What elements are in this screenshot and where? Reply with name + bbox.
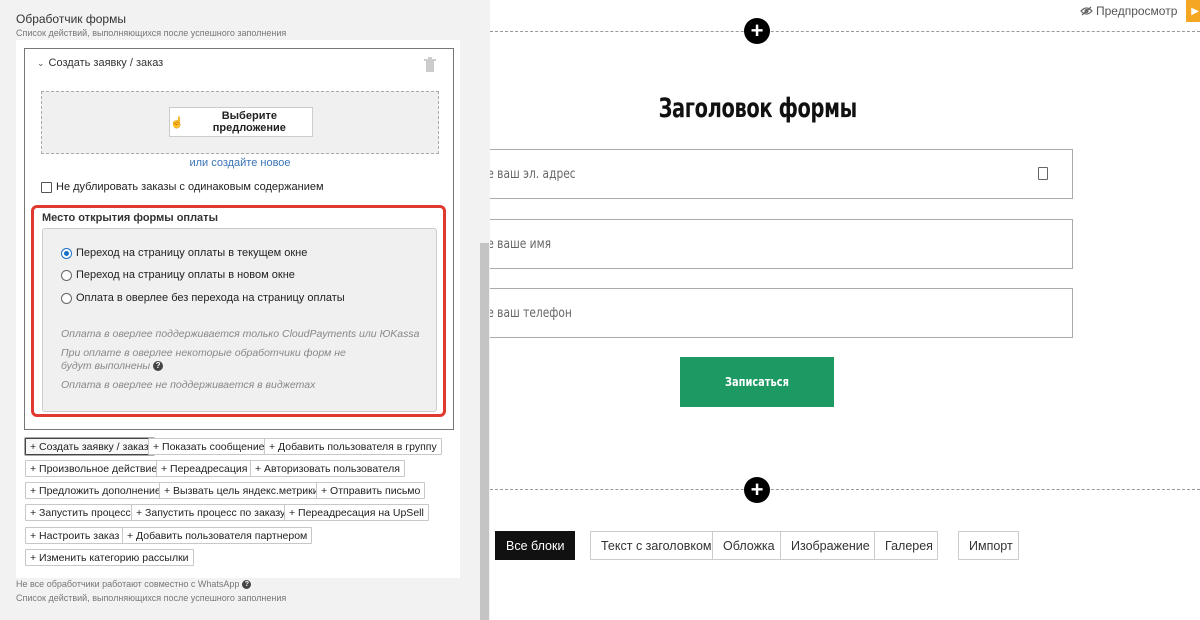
add-start-process-button[interactable]: + Запустить процесс <box>25 504 136 521</box>
add-offer-addon-button[interactable]: + Предложить дополнение <box>25 482 166 499</box>
offer-drop-zone: ☝ Выберите предложение <box>41 91 439 154</box>
order-action-header[interactable]: ⌄ Создать заявку / заказ <box>37 57 163 69</box>
payment-option-label: Оплата в оверлее без перехода на страниц… <box>76 292 345 304</box>
submit-button[interactable]: Записаться <box>680 357 834 407</box>
add-show-message-button[interactable]: + Показать сообщение <box>148 438 270 455</box>
phone-field[interactable]: те ваш телефон <box>490 288 1073 338</box>
email-field[interactable]: те ваш эл. адрес <box>490 149 1073 199</box>
trash-icon[interactable] <box>423 57 437 73</box>
add-upsell-redirect-button[interactable]: + Переадресация на UpSell <box>284 504 429 521</box>
add-authorize-user-button[interactable]: + Авторизовать пользователя <box>250 460 405 477</box>
add-send-email-button[interactable]: + Отправить письмо <box>316 482 426 499</box>
add-configure-order-button[interactable]: + Настроить заказ <box>25 527 125 544</box>
help-icon[interactable]: ? <box>153 361 164 372</box>
create-order-action: ⌄ Создать заявку / заказ ☝ Выберите пред… <box>24 48 454 430</box>
preview-toggle[interactable]: Предпросмотр <box>1080 4 1177 18</box>
add-custom-action-button[interactable]: + Произвольное действие <box>25 460 163 477</box>
payment-option-new-window[interactable]: Переход на страницу оплаты в новом окне <box>61 269 295 281</box>
eye-icon <box>1080 6 1093 16</box>
form-preview-canvas: + Предпросмотр ▶ Заголовок формы те ваш … <box>490 0 1200 620</box>
preview-label: Предпросмотр <box>1096 4 1178 18</box>
overlay-note-widgets: Оплата в оверлее не поддерживается в вид… <box>61 379 316 391</box>
whatsapp-note: Не все обработчики работают совместно с … <box>16 579 252 589</box>
image-button[interactable]: Изображение <box>780 531 875 560</box>
radio-current-window[interactable] <box>61 247 72 259</box>
form-title[interactable]: Заголовок формы <box>565 93 951 124</box>
add-redirect-button[interactable]: + Переадресация <box>156 460 253 477</box>
payment-location-section: Место открытия формы оплаты Переход на с… <box>31 205 446 417</box>
hand-pointer-icon: ☝ <box>170 116 184 129</box>
payment-option-overlay[interactable]: Оплата в оверлее без перехода на страниц… <box>61 292 345 304</box>
block-divider-top <box>490 31 1200 32</box>
add-metrika-goal-button[interactable]: + Вызвать цель яндекс.метрики <box>159 482 324 499</box>
scrollbar-thumb[interactable] <box>480 243 489 620</box>
name-field[interactable]: те ваше имя <box>490 219 1073 269</box>
editor-root: Обработчик формы Список действий, выполн… <box>0 0 1200 620</box>
all-blocks-button[interactable]: Все блоки <box>495 531 576 560</box>
add-start-order-process-button[interactable]: + Запустить процесс по заказу <box>131 504 291 521</box>
add-user-to-group-button[interactable]: + Добавить пользователя в группу <box>264 438 442 455</box>
email-placeholder: те ваш эл. адрес <box>490 167 576 182</box>
import-button[interactable]: Импорт <box>958 531 1019 560</box>
add-change-mailing-category-button[interactable]: + Изменить категорию рассылки <box>25 549 194 566</box>
gallery-button[interactable]: Галерея <box>874 531 938 560</box>
create-new-offer-link[interactable]: или создайте новое <box>25 157 455 169</box>
overlay-note-handlers-text: При оплате в оверлее некоторые обработчи… <box>61 347 346 372</box>
add-block-bottom-plus-icon[interactable]: + <box>744 477 770 503</box>
payment-options-box: Переход на страницу оплаты в текущем окн… <box>42 228 437 412</box>
no-duplicate-orders-row[interactable]: Не дублировать заказы с одинаковым содер… <box>41 181 324 193</box>
contact-card-icon <box>1038 167 1048 180</box>
submit-label: Записаться <box>725 375 789 389</box>
whatsapp-note-text: Не все обработчики работают совместно с … <box>16 579 240 589</box>
payment-option-label: Переход на страницу оплаты в новом окне <box>76 269 295 281</box>
choose-offer-button[interactable]: ☝ Выберите предложение <box>169 107 313 137</box>
radio-new-window[interactable] <box>61 269 72 281</box>
radio-overlay[interactable] <box>61 292 72 304</box>
section-subtitle: Список действий, выполняющихся после усп… <box>16 28 287 38</box>
no-duplicate-label: Не дублировать заказы с одинаковым содер… <box>56 181 324 193</box>
add-partner-user-button[interactable]: + Добавить пользователя партнером <box>122 527 313 544</box>
overlay-note-providers: Оплата в оверлее поддерживается только C… <box>61 328 420 340</box>
help-icon[interactable]: ? <box>242 579 252 589</box>
payment-option-current-window[interactable]: Переход на страницу оплаты в текущем окн… <box>61 247 307 259</box>
payment-location-title: Место открытия формы оплаты <box>42 212 218 224</box>
form-handler-panel: Обработчик формы Список действий, выполн… <box>0 0 490 620</box>
chevron-down-icon[interactable]: ⌄ <box>37 58 45 69</box>
section-title: Обработчик формы <box>16 12 126 26</box>
no-duplicate-checkbox[interactable] <box>41 181 52 193</box>
name-placeholder: те ваше имя <box>490 237 552 252</box>
text-with-heading-button[interactable]: Текст с заголовком <box>590 531 713 560</box>
overlay-note-handlers: При оплате в оверлее некоторые обработчи… <box>61 347 361 373</box>
orange-play-button[interactable]: ▶ <box>1186 0 1200 22</box>
block-divider-bottom <box>490 489 1200 490</box>
payment-option-label: Переход на страницу оплаты в текущем окн… <box>76 247 308 259</box>
order-action-title: Создать заявку / заказ <box>48 57 164 69</box>
add-create-order-button[interactable]: + Создать заявку / заказ <box>25 438 154 455</box>
choose-offer-label: Выберите предложение <box>212 110 286 134</box>
phone-placeholder: те ваш телефон <box>490 306 572 321</box>
play-icon: ▶ <box>1191 5 1199 17</box>
cover-button[interactable]: Обложка <box>712 531 781 560</box>
add-block-top-plus-icon[interactable]: + <box>744 18 770 44</box>
footer-subtitle: Список действий, выполняющихся после усп… <box>16 593 287 603</box>
